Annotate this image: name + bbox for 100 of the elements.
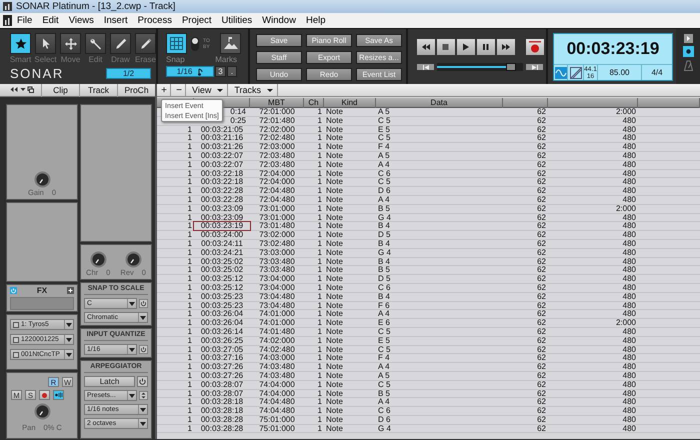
table-cell-text: 1	[186, 336, 193, 345]
table-cell-text: Note	[325, 116, 344, 125]
table-cell-text: 62	[536, 275, 547, 284]
menu-button[interactable]: View	[188, 84, 228, 96]
marks-button[interactable]	[220, 33, 241, 54]
table-cell-text: 00:03:28:07	[200, 380, 244, 389]
transport-button[interactable]	[456, 38, 476, 56]
transport-button[interactable]	[496, 38, 516, 56]
knob[interactable]	[124, 251, 142, 268]
table-cell-text: 72:01:480	[258, 116, 296, 125]
menu-item[interactable]: Window	[257, 15, 301, 26]
slash-icon[interactable]	[570, 66, 582, 78]
table-cell-text: C 5	[377, 346, 392, 354]
table-cell-text: A 5	[377, 108, 391, 116]
table-cell-text: 62	[536, 204, 547, 213]
input-echo-button[interactable]	[53, 390, 64, 400]
table-cell-text: 1	[316, 214, 323, 222]
triplet-button[interactable]: 3	[215, 66, 226, 77]
table-cell-text: 00:03:26:25	[200, 336, 244, 345]
menu-button[interactable]: Tracks	[230, 84, 278, 96]
knob[interactable]	[34, 171, 50, 188]
menu-item[interactable]: File	[12, 15, 38, 26]
menu-item[interactable]: Views	[64, 15, 99, 26]
slider-thumb[interactable]	[506, 63, 516, 71]
table-cell-text: 1	[186, 372, 193, 380]
table-cell-text: 1	[186, 292, 193, 301]
table-cell-text: 00:03:22:18	[200, 178, 244, 186]
plus-icon[interactable]	[66, 287, 74, 294]
table-cell-text: 1	[316, 310, 323, 318]
power-icon[interactable]	[139, 344, 148, 355]
table-cell-text: 74:01:000	[258, 310, 296, 318]
toggle-switch[interactable]	[191, 36, 199, 50]
record-dot-icon[interactable]	[682, 46, 694, 57]
table-cell-text: G 4	[377, 214, 392, 222]
table-cell-text: 00:03:27:26	[200, 372, 244, 380]
tempo-readout: 85.00	[609, 68, 630, 77]
wave-icon[interactable]	[554, 66, 566, 78]
table-cell-text: 0:25	[229, 116, 247, 125]
table-cell-text: Note	[325, 328, 344, 336]
table-cell-text: 00:03:24:21	[200, 248, 244, 257]
menu-item[interactable]: Insert	[98, 15, 133, 26]
table-cell-text: 1	[316, 328, 323, 336]
inspector-tab[interactable]: Track	[79, 84, 117, 96]
transport-button[interactable]	[476, 38, 496, 56]
table-cell-text: Note	[325, 143, 344, 152]
table-cell-text: 62	[536, 143, 547, 152]
power-icon[interactable]	[139, 298, 148, 309]
table-cell-text: 1	[316, 204, 323, 213]
table-cell-text: 1	[316, 222, 323, 230]
table-cell-text: Note	[325, 407, 344, 416]
menu-item[interactable]: Utilities	[216, 15, 258, 26]
dotted-button[interactable]: .	[227, 66, 237, 77]
go-to-end-button[interactable]	[525, 63, 544, 71]
table-cell-text: 480	[622, 390, 637, 398]
remove-button[interactable]: −	[173, 84, 186, 96]
record-button[interactable]	[525, 38, 545, 56]
table-cell-text: 1	[186, 363, 193, 372]
arm-button[interactable]	[39, 390, 50, 400]
resolution-button[interactable]: 1/2	[106, 68, 151, 79]
app-icon	[3, 15, 12, 26]
menu-item[interactable]: Help	[300, 15, 330, 26]
table-cell-text: B 5	[377, 204, 392, 213]
power-icon[interactable]	[137, 376, 148, 387]
snap-button[interactable]	[166, 33, 187, 54]
pause-icon	[481, 43, 491, 51]
table-cell-text: 480	[622, 134, 637, 142]
table-cell-text: 74:04:000	[258, 390, 296, 398]
transport-button[interactable]	[436, 38, 456, 56]
menu-item[interactable]: Project	[176, 15, 217, 26]
table-cell-text: 73:04:480	[258, 292, 296, 301]
table-cell-text: 480	[622, 160, 637, 169]
latch-button[interactable]: Latch	[84, 376, 135, 387]
table-cell-text: 74:02:480	[258, 346, 296, 354]
table-cell-text: 1	[316, 116, 323, 125]
table-cell-text: 480	[622, 214, 637, 222]
table-cell-text: 480	[622, 240, 637, 248]
spinner-icon[interactable]	[139, 390, 148, 401]
table-cell-text: 480	[622, 302, 637, 310]
table-cell-text: 62	[536, 116, 547, 125]
table-cell-text: 62	[536, 231, 547, 240]
knob[interactable]	[34, 403, 50, 420]
table-cell-text: 62	[536, 266, 547, 274]
go-to-start-button[interactable]	[416, 63, 435, 71]
table-cell-text: 1	[316, 390, 323, 398]
table-cell-text: 1	[186, 214, 193, 222]
position-slider[interactable]	[437, 63, 523, 71]
table-cell-text: A 4	[377, 196, 391, 204]
menu-item[interactable]: Edit	[37, 15, 64, 26]
knob[interactable]	[90, 251, 107, 268]
table-cell-text: 1	[186, 134, 193, 142]
transport-button[interactable]	[416, 38, 436, 56]
metronome-icon[interactable]	[684, 60, 692, 71]
menu-item[interactable]: Process	[132, 15, 177, 26]
inspector-tab[interactable]: Clip	[41, 84, 79, 96]
table-cell-text: 62	[536, 346, 547, 354]
arrow-right-icon[interactable]	[684, 34, 692, 43]
table-cell-text: 00:03:24:00	[200, 231, 244, 240]
add-button[interactable]: +	[158, 84, 171, 96]
table-cell-text: 480	[622, 346, 637, 354]
snap-resolution-button[interactable]: 1/16	[166, 66, 214, 77]
